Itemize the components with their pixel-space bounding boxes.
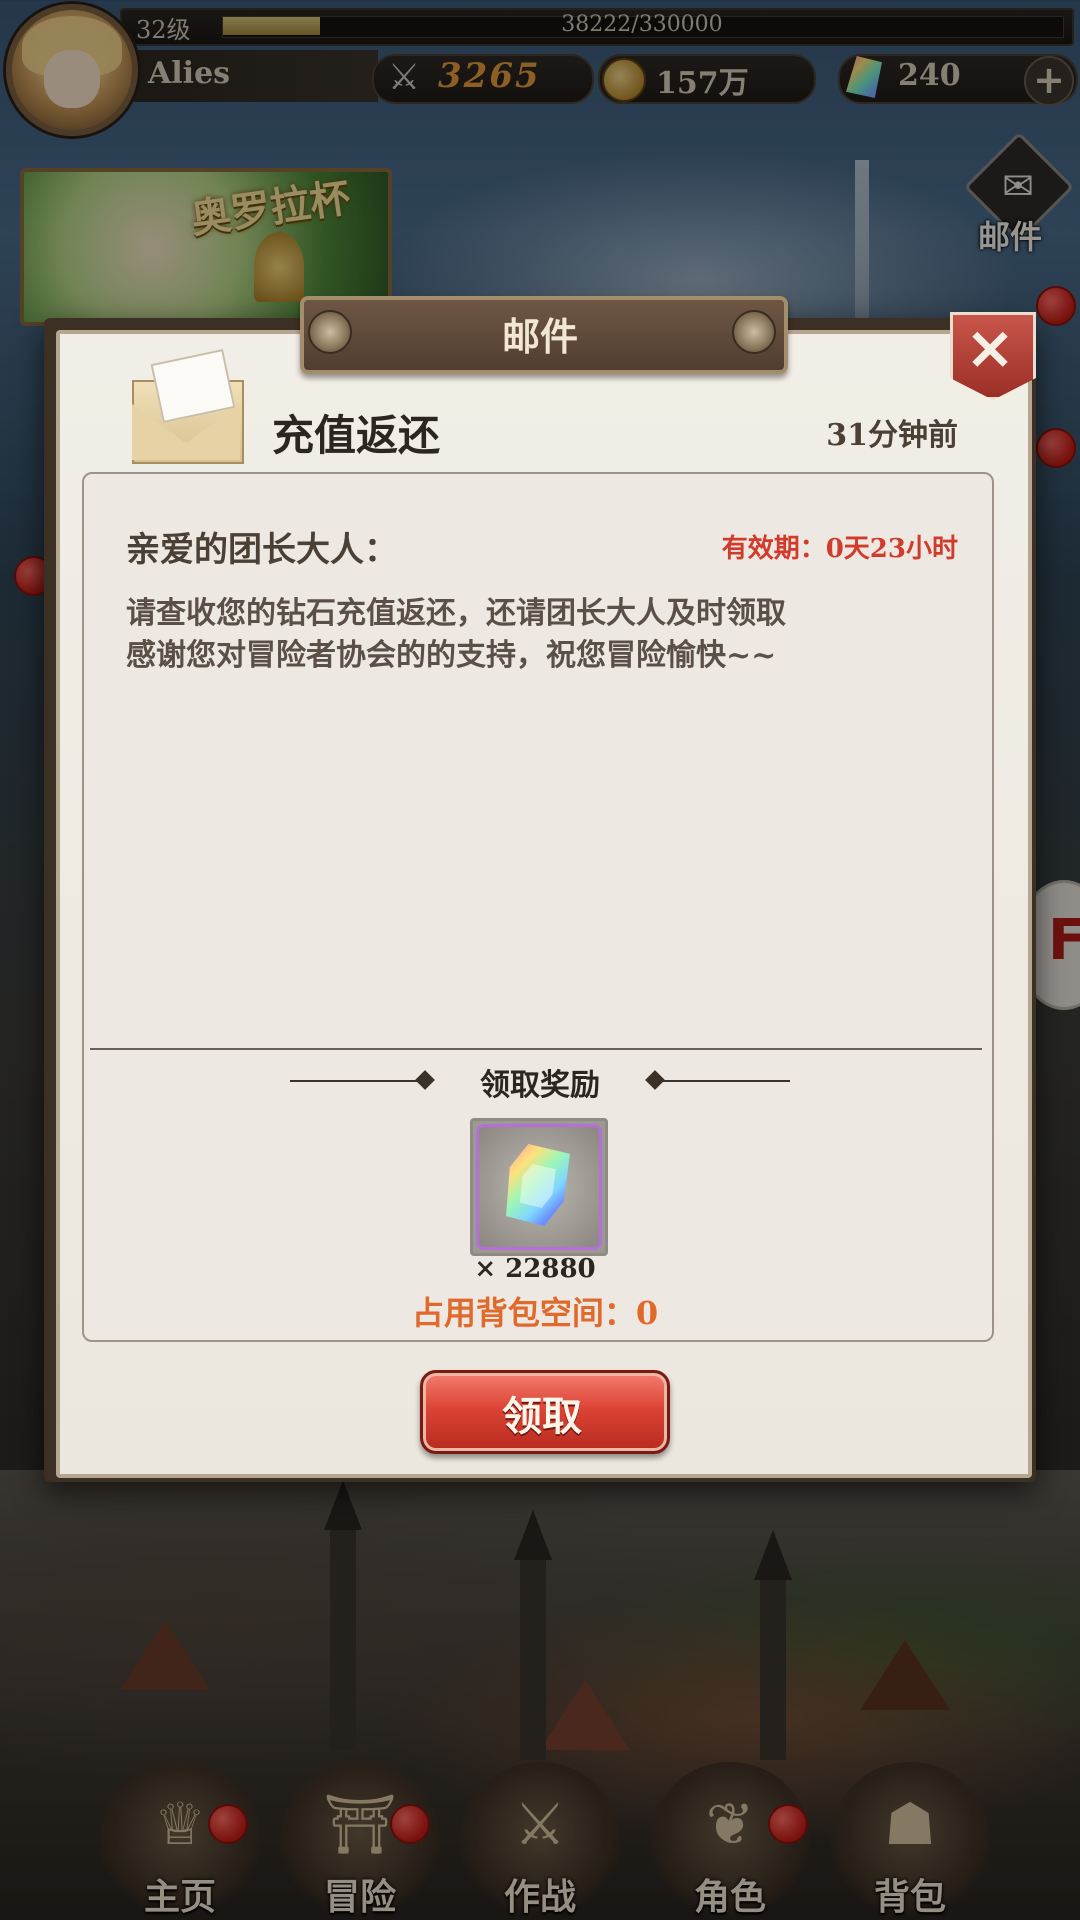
reward-count: × 22880	[474, 1254, 596, 1284]
reward-title: 领取奖励	[480, 1068, 600, 1103]
mail-time: 31分钟前	[826, 418, 958, 453]
mail-expiry: 有效期：0天23小时	[721, 534, 958, 564]
mail-body-line: 感谢您对冒险者协会的的支持，祝您冒险愉快~~	[126, 638, 777, 673]
mail-subject: 充值返还	[272, 411, 441, 460]
mail-greeting: 亲爱的团长大人：	[126, 530, 398, 570]
close-icon[interactable]: ×	[950, 310, 1030, 386]
divider	[90, 1048, 982, 1050]
dialog-title: 邮件	[501, 314, 578, 359]
claim-button-label[interactable]: 领取	[420, 1384, 664, 1442]
bag-space-text: 占用背包空间：0	[411, 1294, 659, 1332]
mail-body-line: 请查收您的钻石充值返还，还请团长大人及时领取	[126, 596, 786, 631]
